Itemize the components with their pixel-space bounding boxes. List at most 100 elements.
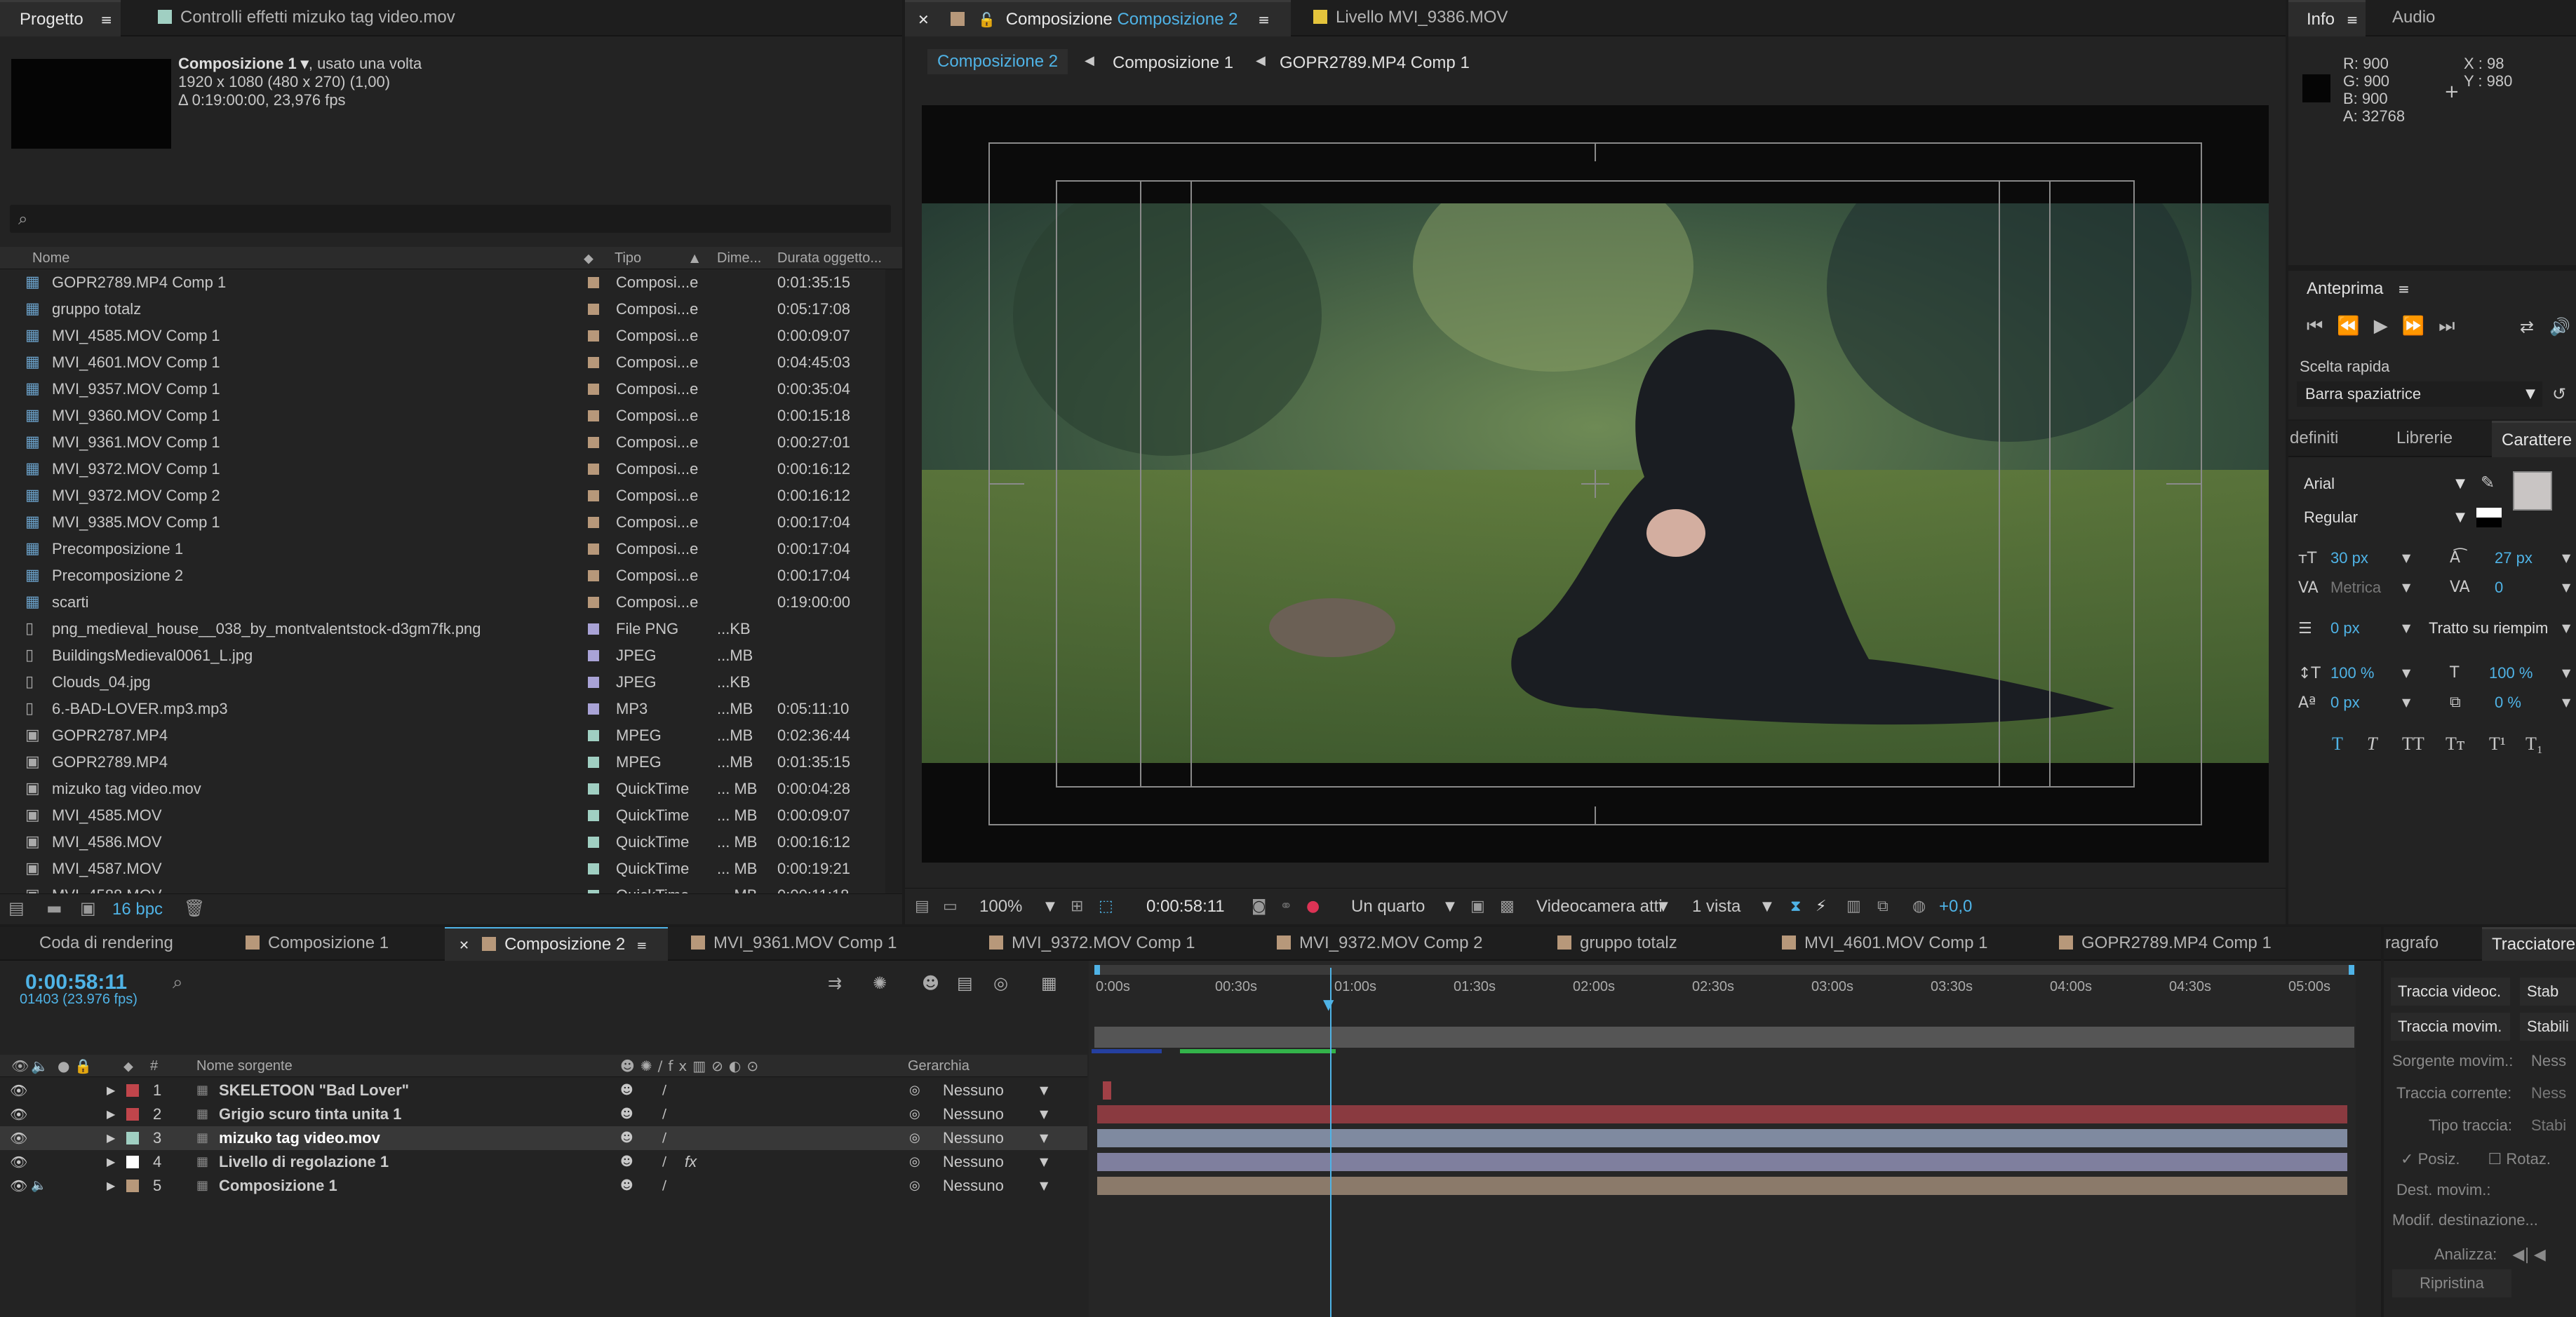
- breadcrumb-comp-2[interactable]: Composizione 2: [927, 49, 1068, 74]
- layer-row[interactable]: 👁 ▶ 2 ▦ Grigio scuro tinta unita 1 ☻ ∕ ◎ Nessuno…: [0, 1102, 1087, 1126]
- shortcut-dropdown[interactable]: Barra spaziatrice ▼: [2297, 381, 2542, 407]
- motion-blur-icon[interactable]: ◎: [993, 973, 1008, 993]
- header-duration[interactable]: Durata oggetto...: [777, 247, 882, 269]
- tab-timeline-5[interactable]: MVI_9372.MOV Comp 2: [1263, 927, 1496, 961]
- timeline-vscroll[interactable]: [2356, 961, 2381, 1317]
- project-item[interactable]: ▦ scarti Composi...e 0:19:00:00: [0, 589, 885, 616]
- safe-margins-icon[interactable]: ⊞: [1071, 889, 1083, 924]
- fx-switch[interactable]: fx: [685, 1150, 697, 1174]
- chevron-down-icon[interactable]: ▼: [1040, 1126, 1048, 1150]
- project-search-field[interactable]: ⌕: [10, 205, 891, 233]
- frame-blending-icon[interactable]: ▤: [957, 973, 973, 993]
- bpc-button[interactable]: 16 bpc: [112, 900, 163, 919]
- twirl-icon[interactable]: ▶: [107, 1150, 115, 1174]
- faux-bold-button[interactable]: T: [2332, 734, 2343, 755]
- project-item[interactable]: ▣ MVI_4586.MOV QuickTime ... MB 0:00:16:12: [0, 829, 885, 856]
- parent-dropdown[interactable]: Nessuno: [943, 1102, 1004, 1126]
- breadcrumb-comp-1[interactable]: Composizione 1: [1113, 53, 1233, 73]
- comp-canvas[interactable]: [922, 105, 2269, 863]
- layer-name[interactable]: Grigio scuro tinta unita 1: [219, 1102, 401, 1126]
- tab-audio[interactable]: Audio: [2392, 0, 2435, 36]
- chevron-down-icon[interactable]: ▼: [2402, 544, 2410, 572]
- chevron-down-icon[interactable]: ▼: [1040, 1079, 1048, 1102]
- chevron-down-icon[interactable]: ▼: [1658, 889, 1668, 924]
- layer-row[interactable]: 👁 ▶ 3 ▦ mizuko tag video.mov ☻ ∕ ◎ Nessuno ▼: [0, 1126, 1087, 1150]
- timeline-icon[interactable]: ▥: [1846, 889, 1861, 924]
- playhead-handle-icon[interactable]: ▼: [1323, 996, 1334, 1013]
- quality-switch-icon[interactable]: ∕: [662, 1126, 666, 1150]
- project-item[interactable]: ▦ MVI_9385.MOV Comp 1 Composi...e 0:00:17:0…: [0, 509, 885, 536]
- eye-icon[interactable]: 👁: [10, 1174, 27, 1198]
- tab-timeline-6[interactable]: gruppo totalz: [1543, 927, 1691, 961]
- project-scrollbar[interactable]: [885, 269, 902, 893]
- graph-editor-icon[interactable]: ▦: [1041, 973, 1057, 993]
- toggle-pixel-icon[interactable]: ⧗: [1790, 889, 1801, 924]
- font-size-value[interactable]: 30 px: [2330, 544, 2368, 572]
- tab-timeline-4[interactable]: MVI_9372.MOV Comp 1: [975, 927, 1209, 961]
- edit-target-button[interactable]: Modif. destinazione...: [2392, 1206, 2575, 1234]
- current-track-dropdown[interactable]: Ness: [2531, 1077, 2566, 1109]
- header-name[interactable]: Nome: [32, 247, 69, 269]
- stroke-type-dropdown[interactable]: Tratto su riempim: [2429, 614, 2562, 642]
- vertical-scale-value[interactable]: 100 %: [2330, 659, 2374, 687]
- project-item[interactable]: ▣ MVI_4587.MOV QuickTime ... MB 0:00:19:21: [0, 856, 885, 882]
- tab-effect-controls[interactable]: Controlli effetti mizuko tag video.mov: [158, 0, 455, 36]
- chevron-down-icon[interactable]: ▼: [2562, 614, 2570, 642]
- layer-row[interactable]: 👁 ▶ 4 ▦ Livello di regolazione 1 ☻ ∕ fx ◎ Nessuno…: [0, 1150, 1087, 1174]
- prev-frame-icon[interactable]: ⏪: [2337, 316, 2373, 337]
- chevron-down-icon[interactable]: ▼: [1040, 1102, 1048, 1126]
- draft-3d-icon[interactable]: ✺: [873, 973, 887, 993]
- work-area-range[interactable]: [1094, 1027, 2354, 1048]
- interpret-footage-icon[interactable]: ▤: [8, 898, 25, 918]
- small-caps-button[interactable]: Tт: [2446, 734, 2464, 755]
- quality-switch-icon[interactable]: ∕: [662, 1102, 666, 1126]
- project-item[interactable]: ▣ GOPR2787.MP4 MPEG ...MB 0:02:36:44: [0, 722, 885, 749]
- chevron-down-icon[interactable]: ▼: [1762, 889, 1772, 924]
- timeline-timecode[interactable]: 0:00:58:11: [25, 971, 127, 994]
- tracking-value[interactable]: 0: [2495, 574, 2503, 602]
- layer-name[interactable]: Composizione 1: [219, 1174, 337, 1198]
- eyedropper-icon[interactable]: ✎: [2481, 473, 2495, 492]
- project-item[interactable]: ▦ MVI_9372.MOV Comp 1 Composi...e 0:00:16:1…: [0, 456, 885, 482]
- faux-italic-button[interactable]: T: [2367, 734, 2377, 755]
- project-item[interactable]: ▦ Precomposizione 2 Composi...e 0:00:17:04: [0, 562, 885, 589]
- font-style-dropdown[interactable]: Regular ▼: [2297, 505, 2469, 530]
- tab-timeline-1[interactable]: Composizione 1: [232, 927, 403, 961]
- layer-label-swatch[interactable]: [126, 1132, 139, 1144]
- search-icon[interactable]: ⌕: [173, 972, 183, 994]
- header-size[interactable]: Dime...: [717, 247, 761, 269]
- shy-switch-icon[interactable]: ☻: [620, 1102, 633, 1126]
- tab-timeline-0[interactable]: Coda di rendering: [0, 927, 187, 961]
- exposure-icon[interactable]: ◍: [1912, 889, 1926, 924]
- search-input[interactable]: [45, 205, 884, 233]
- chevron-down-icon[interactable]: ▼: [2562, 574, 2570, 602]
- track-camera-button[interactable]: Traccia videoc.: [2391, 978, 2510, 1006]
- region-icon[interactable]: ⬚: [1099, 889, 1113, 924]
- work-area-bar[interactable]: [1094, 965, 2354, 975]
- chevron-down-icon[interactable]: ▼: [2402, 689, 2410, 717]
- comp-name[interactable]: Composizione 1 ▾: [178, 55, 309, 72]
- project-item[interactable]: ▦ gruppo totalz Composi...e 0:05:17:08: [0, 296, 885, 323]
- eye-icon[interactable]: 👁: [10, 1126, 27, 1150]
- black-swatch[interactable]: [2476, 508, 2502, 527]
- project-item[interactable]: ▣ MVI_4588.MOV QuickTime ... MB 0:00:11:18: [0, 882, 885, 893]
- layer-name[interactable]: Livello di regolazione 1: [219, 1150, 389, 1174]
- project-item[interactable]: ▦ MVI_9361.MOV Comp 1 Composi...e 0:00:27:0…: [0, 429, 885, 456]
- chevron-down-icon[interactable]: ▼: [2402, 614, 2410, 642]
- motion-source-dropdown[interactable]: Ness: [2531, 1045, 2566, 1077]
- chevron-down-icon[interactable]: ▼: [2402, 659, 2410, 687]
- monitor-icon[interactable]: ▭: [943, 889, 958, 924]
- sort-asc-icon[interactable]: ▲: [690, 247, 699, 269]
- tab-tracker[interactable]: Tracciatore: [2482, 927, 2576, 961]
- comp-mini-flowchart-icon[interactable]: ⇉: [828, 973, 842, 993]
- parent-dropdown[interactable]: Nessuno: [943, 1150, 1004, 1174]
- shy-switch-icon[interactable]: ☻: [620, 1079, 633, 1102]
- reset-icon[interactable]: ↺: [2552, 384, 2566, 404]
- layer-row[interactable]: 👁 ▶ 1 ▦ SKELETOON "Bad Lover" ☻ ∕ ◎ Nessuno ▼: [0, 1079, 1087, 1102]
- parent-pickwhip-icon[interactable]: ◎: [909, 1079, 920, 1102]
- tab-layer[interactable]: Livello MVI_9386.MOV: [1305, 0, 1508, 36]
- stabilize-motion-button[interactable]: Stabili: [2520, 1013, 2576, 1041]
- kerning-value[interactable]: Metrica: [2330, 574, 2381, 602]
- tag-icon[interactable]: ⬥: [584, 247, 593, 269]
- snapshot-icon[interactable]: ◙: [1252, 889, 1266, 924]
